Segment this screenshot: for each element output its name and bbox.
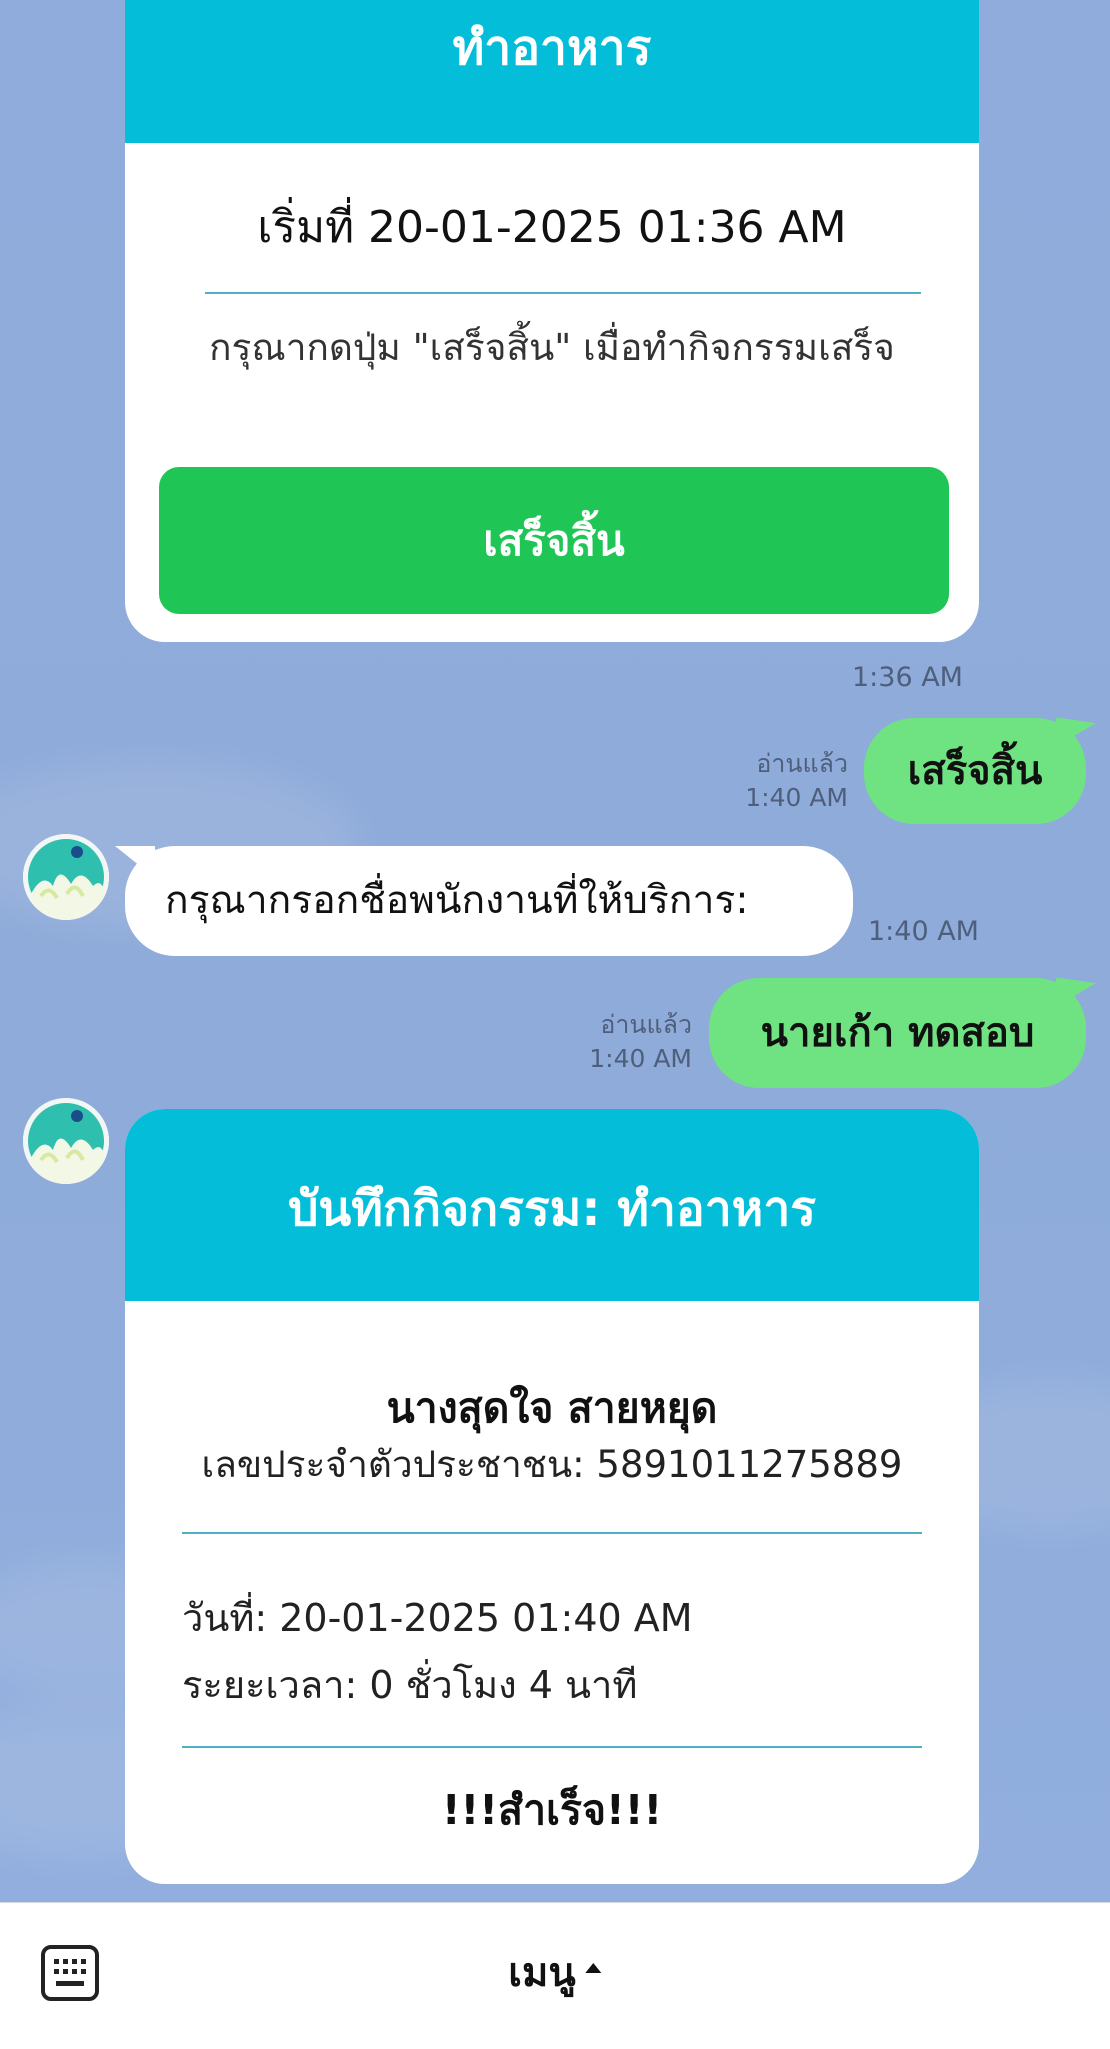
message-bubble-outgoing[interactable]: นายเก้า ทดสอบ — [709, 978, 1086, 1088]
avatar-image — [23, 834, 109, 920]
instruction-text: กรุณากดปุ่ม "เสร็จสิ้น" เมื่อทำกิจกรรมเส… — [209, 326, 895, 369]
message-bubble-incoming[interactable]: กรุณากรอกชื่อพนักงานที่ให้บริการ: — [125, 846, 853, 956]
avatar-image — [23, 1098, 109, 1184]
start-time: เริ่มที่ 20-01-2025 01:36 AM — [257, 202, 847, 253]
person-name: นางสุดใจ สายหยุด — [386, 1384, 718, 1432]
activity-card-header: ทำอาหาร — [125, 0, 979, 143]
activity-record-card: บันทึกกิจกรรม: ทำอาหาร นางสุดใจ สายหยุด … — [125, 1109, 979, 1884]
success-status: !!!สำเร็จ!!! — [441, 1786, 663, 1834]
menu-toggle-button[interactable]: เมนู — [508, 1941, 602, 2003]
message-text: นายเก้า ทดสอบ — [760, 1010, 1035, 1056]
divider — [182, 1746, 922, 1748]
message-text: กรุณากรอกชื่อพนักงานที่ให้บริการ: — [165, 878, 749, 923]
bot-avatar[interactable] — [23, 1098, 109, 1184]
activity-card: ทำอาหาร เริ่มที่ 20-01-2025 01:36 AM กรุ… — [125, 0, 979, 642]
caret-up-icon — [585, 1963, 602, 1973]
record-card-header: บันทึกกิจกรรม: ทำอาหาร — [125, 1109, 979, 1301]
message-time: 1:40 AM — [745, 782, 848, 812]
record-duration: ระยะเวลา: 0 ชั่วโมง 4 นาที — [182, 1663, 638, 1707]
record-date: วันที่: 20-01-2025 01:40 AM — [182, 1596, 693, 1640]
person-id: เลขประจำตัวประชาชน: 5891011275889 — [201, 1443, 903, 1486]
message-bubble-outgoing[interactable]: เสร็จสิ้น — [864, 718, 1086, 824]
read-receipt: อ่านแล้ว 1:40 AM — [560, 1008, 692, 1076]
divider — [205, 292, 921, 294]
message-time: 1:40 AM — [589, 1043, 692, 1073]
divider — [182, 1532, 922, 1534]
chat-area[interactable]: ทำอาหาร เริ่มที่ 20-01-2025 01:36 AM กรุ… — [0, 0, 1110, 1902]
message-time: 1:40 AM — [868, 916, 979, 947]
menu-label: เมนู — [508, 1951, 576, 1995]
keyboard-toggle-button[interactable] — [40, 1944, 100, 2002]
read-label: อ่านแล้ว — [756, 749, 848, 778]
keyboard-icon — [41, 1945, 99, 2001]
bot-avatar[interactable] — [23, 834, 109, 920]
read-label: อ่านแล้ว — [600, 1010, 692, 1039]
read-receipt: อ่านแล้ว 1:40 AM — [720, 747, 848, 815]
message-time: 1:36 AM — [852, 662, 963, 693]
message-text: เสร็จสิ้น — [907, 748, 1043, 794]
bottom-bar: เมนู — [0, 1902, 1110, 2049]
done-button[interactable]: เสร็จสิ้น — [159, 467, 949, 614]
